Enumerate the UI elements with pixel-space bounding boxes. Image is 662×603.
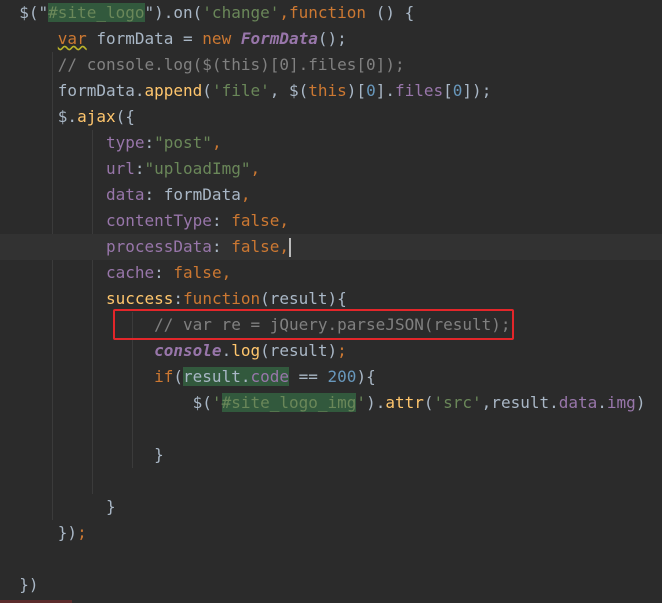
code-line-4[interactable]: formData.append('file', $(this)[0].files… [0, 78, 662, 104]
code-line-15[interactable]: if(result.code == 200){ [0, 364, 662, 390]
code-line-16[interactable]: $('#site_logo_img').attr('src',result.da… [0, 390, 662, 416]
code-line-3[interactable]: // console.log($(this)[0].files[0]); [0, 52, 662, 78]
code-line-18[interactable]: } [0, 442, 662, 468]
code-line-5[interactable]: $.ajax({ [0, 104, 662, 130]
code-line-6[interactable]: type:"post", [0, 130, 662, 156]
code-line-10-current[interactable]: processData: false, [0, 234, 662, 260]
code-editor[interactable]: $("#site_logo").on('change',function () … [0, 0, 662, 603]
code-line-9[interactable]: contentType: false, [0, 208, 662, 234]
code-line-20[interactable]: } [0, 494, 662, 520]
annotation-highlight-box [113, 309, 514, 340]
code-line-14[interactable]: console.log(result); [0, 338, 662, 364]
code-line-1[interactable]: $("#site_logo").on('change',function () … [0, 0, 662, 26]
text-cursor [289, 238, 292, 257]
code-line-17[interactable] [0, 416, 662, 442]
code-line-21[interactable]: }); [0, 520, 662, 546]
code-line-23[interactable]: }) [0, 572, 662, 598]
code-line-22[interactable] [0, 546, 662, 572]
code-line-11[interactable]: cache: false, [0, 260, 662, 286]
code-line-2[interactable]: var formData = new FormData(); [0, 26, 662, 52]
code-line-7[interactable]: url:"uploadImg", [0, 156, 662, 182]
code-line-19[interactable] [0, 468, 662, 494]
code-line-8[interactable]: data: formData, [0, 182, 662, 208]
